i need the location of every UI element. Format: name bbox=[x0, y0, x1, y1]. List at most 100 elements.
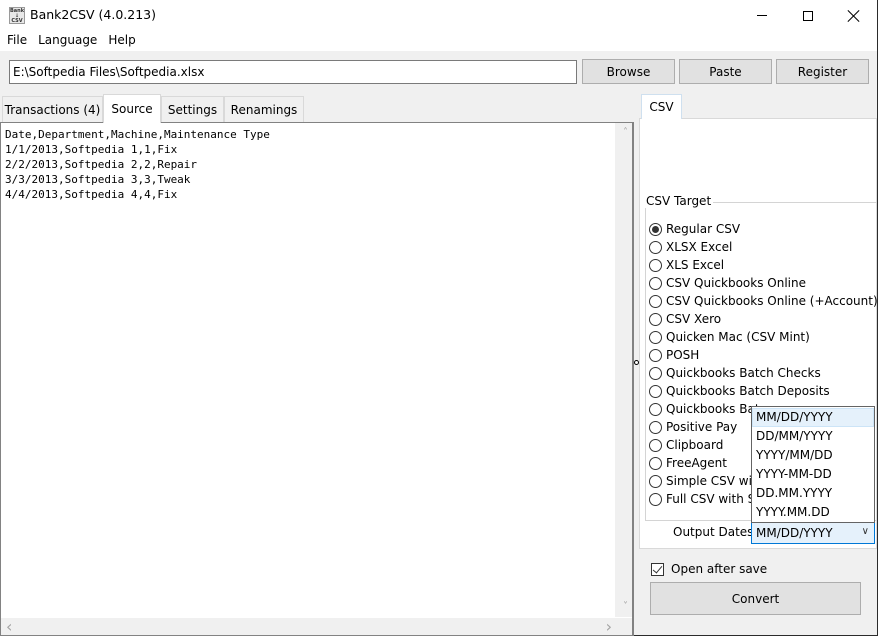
scroll-corner bbox=[615, 618, 632, 635]
source-text-area[interactable]: Date,Department,Machine,Maintenance Type… bbox=[0, 122, 634, 636]
radio-label: CSV Quickbooks Online (+Account) bbox=[666, 294, 878, 308]
radio-freeagent[interactable]: FreeAgent bbox=[649, 454, 727, 472]
radio-icon bbox=[649, 240, 662, 254]
radio-quickbooks-batch-other[interactable]: Quickbooks Batc bbox=[649, 400, 766, 418]
close-icon bbox=[848, 10, 860, 22]
chevron-down-icon: ∨ bbox=[861, 526, 869, 537]
radio-icon bbox=[649, 492, 662, 506]
tab-source[interactable]: Source bbox=[103, 94, 161, 123]
radio-icon bbox=[649, 348, 662, 362]
output-dates-dropdown: MM/DD/YYYY DD/MM/YYYY YYYY/MM/DD YYYY-MM… bbox=[751, 406, 875, 523]
browse-button[interactable]: Browse bbox=[582, 59, 675, 84]
horizontal-scrollbar[interactable]: ‹ › bbox=[1, 618, 617, 635]
radio-label: Simple CSV with bbox=[666, 474, 765, 488]
radio-label: Quickbooks Batch Deposits bbox=[666, 384, 830, 398]
scroll-right-icon[interactable]: › bbox=[606, 619, 612, 635]
checkbox-checked-icon bbox=[651, 562, 664, 576]
radio-posh[interactable]: POSH bbox=[649, 346, 699, 364]
radio-xlsx-excel[interactable]: XLSX Excel bbox=[649, 238, 732, 256]
radio-label: CSV Xero bbox=[666, 312, 722, 326]
scroll-down-icon[interactable]: ˅ bbox=[623, 602, 628, 612]
convert-button[interactable]: Convert bbox=[650, 582, 861, 615]
radio-icon bbox=[649, 420, 662, 434]
radio-label: Quicken Mac (CSV Mint) bbox=[666, 330, 810, 344]
dropdown-option[interactable]: DD/MM/YYYY bbox=[752, 427, 874, 446]
minimize-icon bbox=[757, 15, 767, 16]
radio-clipboard[interactable]: Clipboard bbox=[649, 436, 723, 454]
source-line: 2/2/2013,Softpedia 2,2,Repair bbox=[5, 158, 198, 171]
csv-target-label: CSV Target bbox=[645, 194, 714, 208]
radio-icon bbox=[649, 384, 662, 398]
source-line: 1/1/2013,Softpedia 1,1,Fix bbox=[5, 143, 178, 156]
radio-quicken-mac[interactable]: Quicken Mac (CSV Mint) bbox=[649, 328, 810, 346]
output-dates-select[interactable]: MM/DD/YYYY ∨ bbox=[751, 522, 875, 544]
radio-label: POSH bbox=[666, 348, 700, 362]
radio-label: Positive Pay bbox=[666, 420, 738, 434]
radio-icon bbox=[649, 294, 662, 308]
maximize-button[interactable] bbox=[785, 0, 831, 31]
tab-csv[interactable]: CSV bbox=[641, 94, 682, 119]
open-after-save-checkbox[interactable]: Open after save bbox=[651, 562, 767, 576]
dropdown-option[interactable]: YYYY-MM-DD bbox=[752, 465, 874, 484]
radio-label: Clipboard bbox=[666, 438, 724, 452]
register-button[interactable]: Register bbox=[776, 59, 869, 84]
radio-simple-csv[interactable]: Simple CSV with bbox=[649, 472, 764, 490]
radio-label: Full CSV with Sp bbox=[666, 492, 763, 506]
menu-language[interactable]: Language bbox=[33, 31, 103, 51]
radio-csv-quickbooks-online[interactable]: CSV Quickbooks Online bbox=[649, 274, 806, 292]
radio-icon bbox=[649, 276, 662, 290]
radio-icon bbox=[649, 438, 662, 452]
maximize-icon bbox=[803, 10, 813, 21]
source-line: 3/3/2013,Softpedia 3,3,Tweak bbox=[5, 173, 191, 186]
menu-help[interactable]: Help bbox=[103, 31, 141, 51]
file-path-input[interactable] bbox=[9, 60, 577, 84]
radio-label: Quickbooks Batch Checks bbox=[666, 366, 821, 380]
radio-regular-csv[interactable]: Regular CSV bbox=[649, 220, 740, 238]
radio-label: Regular CSV bbox=[666, 222, 741, 236]
output-dates-label: Output Dates: bbox=[673, 525, 758, 539]
tab-renamings[interactable]: Renamings bbox=[224, 96, 304, 122]
radio-icon bbox=[649, 474, 662, 488]
source-content: Date,Department,Machine,Maintenance Type… bbox=[5, 127, 270, 202]
menu-file[interactable]: File bbox=[0, 31, 33, 51]
paste-button[interactable]: Paste bbox=[679, 59, 772, 84]
radio-icon bbox=[649, 402, 662, 416]
radio-full-csv[interactable]: Full CSV with Sp bbox=[649, 490, 763, 508]
radio-csv-quickbooks-online-account[interactable]: CSV Quickbooks Online (+Account) bbox=[649, 292, 878, 310]
dropdown-option[interactable]: YYYY/MM/DD bbox=[752, 446, 874, 465]
source-line: Date,Department,Machine,Maintenance Type bbox=[5, 128, 270, 141]
radio-positive-pay[interactable]: Positive Pay bbox=[649, 418, 737, 436]
tab-transactions[interactable]: Transactions (4) bbox=[2, 96, 103, 122]
radio-label: XLSX Excel bbox=[666, 240, 733, 254]
scroll-left-icon[interactable]: ‹ bbox=[6, 619, 12, 635]
title-bar[interactable]: Bank ↓ CSV Bank2CSV (4.0.213) bbox=[0, 0, 877, 31]
output-dates-value: MM/DD/YYYY bbox=[756, 526, 833, 540]
radio-csv-xero[interactable]: CSV Xero bbox=[649, 310, 721, 328]
radio-label: CSV Quickbooks Online bbox=[666, 276, 806, 290]
source-line: 4/4/2013,Softpedia 4,4,Fix bbox=[5, 188, 178, 201]
tab-settings[interactable]: Settings bbox=[161, 96, 224, 122]
radio-label: FreeAgent bbox=[666, 456, 727, 470]
radio-icon bbox=[649, 312, 662, 326]
radio-icon bbox=[649, 258, 662, 272]
dropdown-option[interactable]: YYYY.MM.DD bbox=[752, 503, 874, 522]
scroll-up-icon[interactable]: ˄ bbox=[623, 128, 628, 138]
radio-icon bbox=[649, 456, 662, 470]
radio-checked-icon bbox=[649, 222, 662, 236]
radio-xls-excel[interactable]: XLS Excel bbox=[649, 256, 724, 274]
app-logo-icon: Bank ↓ CSV bbox=[9, 7, 25, 24]
dropdown-option[interactable]: MM/DD/YYYY bbox=[752, 408, 874, 427]
minimize-button[interactable] bbox=[739, 0, 785, 31]
vertical-scrollbar[interactable]: ˄ ˅ bbox=[615, 123, 632, 617]
dropdown-option[interactable]: DD.MM.YYYY bbox=[752, 484, 874, 503]
radio-label: XLS Excel bbox=[666, 258, 725, 272]
radio-quickbooks-batch-checks[interactable]: Quickbooks Batch Checks bbox=[649, 364, 821, 382]
radio-quickbooks-batch-deposits[interactable]: Quickbooks Batch Deposits bbox=[649, 382, 830, 400]
close-button[interactable] bbox=[831, 0, 877, 31]
app-window: Bank ↓ CSV Bank2CSV (4.0.213) File Languag… bbox=[0, 0, 878, 636]
window-title: Bank2CSV (4.0.213) bbox=[30, 7, 157, 22]
open-after-save-label: Open after save bbox=[671, 562, 768, 576]
radio-icon bbox=[649, 366, 662, 380]
radio-icon bbox=[649, 330, 662, 344]
menu-bar: File Language Help bbox=[0, 31, 877, 51]
